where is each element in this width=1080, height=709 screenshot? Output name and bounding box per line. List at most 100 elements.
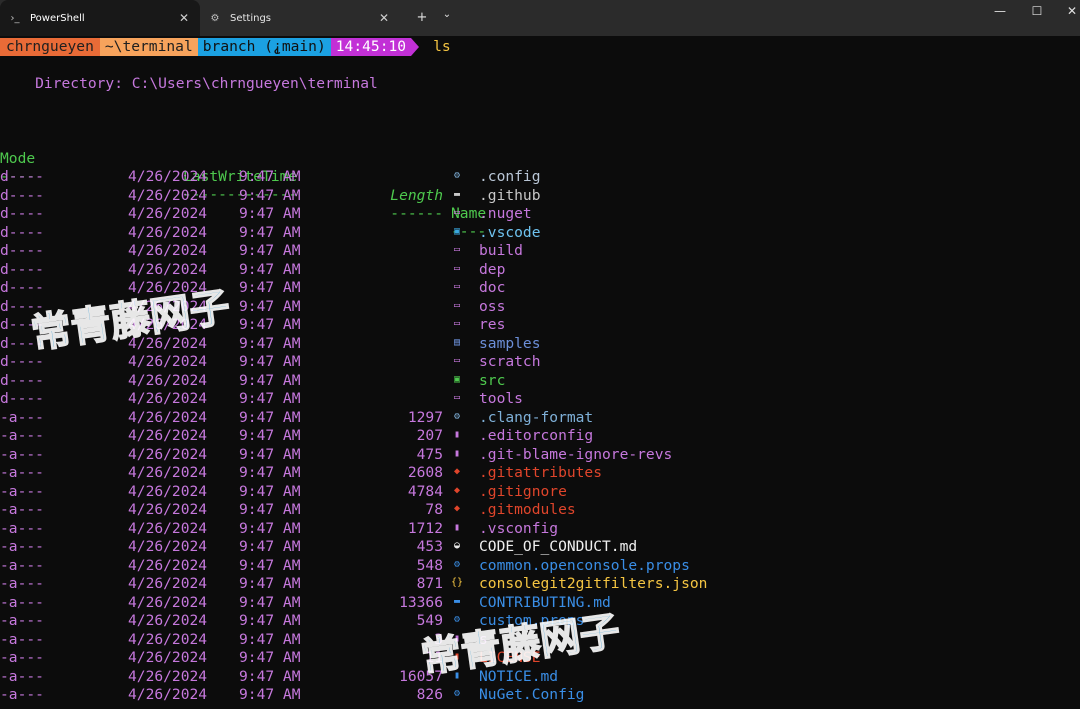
row-name: .config	[479, 168, 541, 185]
row-time: 9:47 AM	[239, 612, 301, 629]
row-time: 9:47 AM	[239, 667, 301, 685]
row-date: 4/26/2024	[128, 556, 208, 574]
row-time: 9:47 AM	[239, 445, 301, 463]
tab-label: Settings	[230, 12, 272, 24]
row-name: dep	[479, 260, 506, 278]
folder-icon: ▭	[453, 207, 461, 218]
row-name: .gitignore	[479, 482, 567, 500]
prompt-command: ls	[433, 38, 451, 55]
row-length: 548	[416, 556, 443, 574]
row-mode: -a---	[0, 427, 44, 444]
new-tab-button[interactable]: +	[412, 10, 432, 26]
row-time: 9:47 AM	[239, 464, 301, 481]
row-date: 4/26/2024	[128, 593, 208, 611]
row-mode: -a---	[0, 686, 44, 703]
row-date: 4/26/2024	[128, 519, 208, 537]
tab-powershell[interactable]: ›_ PowerShell ✕	[0, 0, 200, 36]
close-window-button[interactable]: ✕	[1052, 4, 1080, 24]
folder-icon: ▭	[453, 392, 461, 403]
prompt-time: 14:45:10	[330, 38, 412, 56]
maximize-button[interactable]: ☐	[1017, 4, 1057, 24]
file-icon: ▮	[453, 521, 461, 533]
close-icon[interactable]: ✕	[174, 11, 194, 25]
contributing-icon: ▬	[453, 595, 461, 607]
row-name: src	[479, 371, 506, 389]
row-mode: -a---	[0, 667, 44, 685]
json-icon: {}	[451, 577, 464, 588]
tab-label: PowerShell	[30, 12, 85, 24]
row-length: 826	[416, 686, 443, 703]
row-mode: -a---	[0, 575, 44, 592]
row-mode: d----	[0, 260, 44, 278]
folder-icon: ▭	[453, 355, 461, 366]
git-icon: ◆	[453, 484, 461, 496]
folder-icon: ▭	[453, 299, 461, 311]
tab-settings[interactable]: ⚙ Settings ✕	[200, 0, 400, 36]
table-row: -a--- 4/26/2024 9:47 AM 78 ◆ .gitmodules	[0, 501, 1080, 520]
row-time: 9:47 AM	[239, 501, 301, 518]
gear-icon: ⚙	[210, 12, 220, 24]
row-date: 4/26/2024	[128, 353, 208, 370]
table-row: d---- 4/26/2024 9:47 AM ▭ dep	[0, 261, 1080, 280]
row-time: 9:47 AM	[239, 242, 301, 259]
prompt: chrngueyen ~\terminal branch (⸘main) 14:45:…	[0, 38, 451, 56]
row-date: 4/26/2024	[128, 427, 208, 444]
row-time: 9:47 AM	[239, 649, 301, 666]
row-name: .vscode	[479, 223, 541, 241]
table-row: d---- 4/26/2024 9:47 AM ▬ .github	[0, 187, 1080, 206]
table-row: d---- 4/26/2024 9:47 AM ▭ build	[0, 242, 1080, 261]
gear-icon: ⚙	[453, 558, 461, 570]
row-date: 4/26/2024	[128, 612, 208, 629]
row-mode: -a---	[0, 519, 44, 537]
row-mode: d----	[0, 186, 44, 204]
row-time: 9:47 AM	[239, 593, 301, 611]
row-time: 9:47 AM	[239, 519, 301, 537]
row-mode: d----	[0, 168, 44, 185]
row-name: CODE_OF_CONDUCT.md	[479, 538, 638, 555]
header-row: Mode LastWriteTime Length Name	[0, 131, 1080, 223]
vscode-folder-icon: ▣	[453, 225, 461, 237]
row-date: 4/26/2024	[128, 575, 208, 592]
gear-icon: ⚙	[453, 410, 461, 422]
row-name: samples	[479, 334, 541, 352]
row-name: tools	[479, 390, 523, 407]
gear-icon: ⚙	[453, 688, 461, 699]
row-mode: -a---	[0, 408, 44, 426]
row-name: consolegit2gitfilters.json	[479, 575, 708, 592]
row-name: .clang-format	[479, 408, 594, 426]
row-date: 4/26/2024	[128, 464, 208, 481]
git-icon: ◆	[453, 503, 461, 514]
row-mode: d----	[0, 371, 44, 389]
table-row: -a--- 4/26/2024 9:47 AM 2608 ◆ .gitattributes	[0, 464, 1080, 483]
close-icon[interactable]: ✕	[374, 11, 394, 25]
row-mode: -a---	[0, 612, 44, 629]
folder-icon: ▭	[453, 281, 461, 292]
row-name: .vsconfig	[479, 519, 559, 537]
folder-icon: ▭	[453, 318, 461, 329]
folder-github-icon: ▬	[453, 188, 461, 200]
row-date: 4/26/2024	[128, 482, 208, 500]
row-time: 9:47 AM	[239, 223, 301, 241]
folder-icon: ▭	[453, 244, 461, 255]
tab-dropdown-button[interactable]: ⌄	[438, 9, 456, 25]
row-mode: -a---	[0, 464, 44, 481]
row-date: 4/26/2024	[128, 686, 208, 703]
tab-bar: ›_ PowerShell ✕ ⚙ Settings ✕ + ⌄ — ☐ ✕	[0, 0, 1080, 36]
row-name: NuGet.Config	[479, 686, 585, 703]
row-date: 4/26/2024	[128, 168, 208, 185]
row-mode: -a---	[0, 556, 44, 574]
table-row: d---- 4/26/2024 9:47 AM ▭ tools	[0, 390, 1080, 409]
row-date: 4/26/2024	[128, 371, 208, 389]
prompt-branch: branch (⸘main)	[197, 38, 331, 56]
table-row: d---- 4/26/2024 9:47 AM ⚙ .config	[0, 168, 1080, 187]
row-time: 9:47 AM	[239, 482, 301, 500]
minimize-button[interactable]: —	[980, 4, 1020, 24]
row-length: 1297	[407, 408, 443, 426]
markdown-icon: ◒	[453, 540, 461, 551]
row-date: 4/26/2024	[128, 186, 208, 204]
row-name: .nuget	[479, 205, 532, 222]
row-length: 78	[425, 501, 443, 518]
header-underline-row: ---- ------------- ------ ----	[0, 149, 1080, 241]
row-mode: d----	[0, 279, 44, 296]
row-time: 9:47 AM	[239, 186, 301, 204]
